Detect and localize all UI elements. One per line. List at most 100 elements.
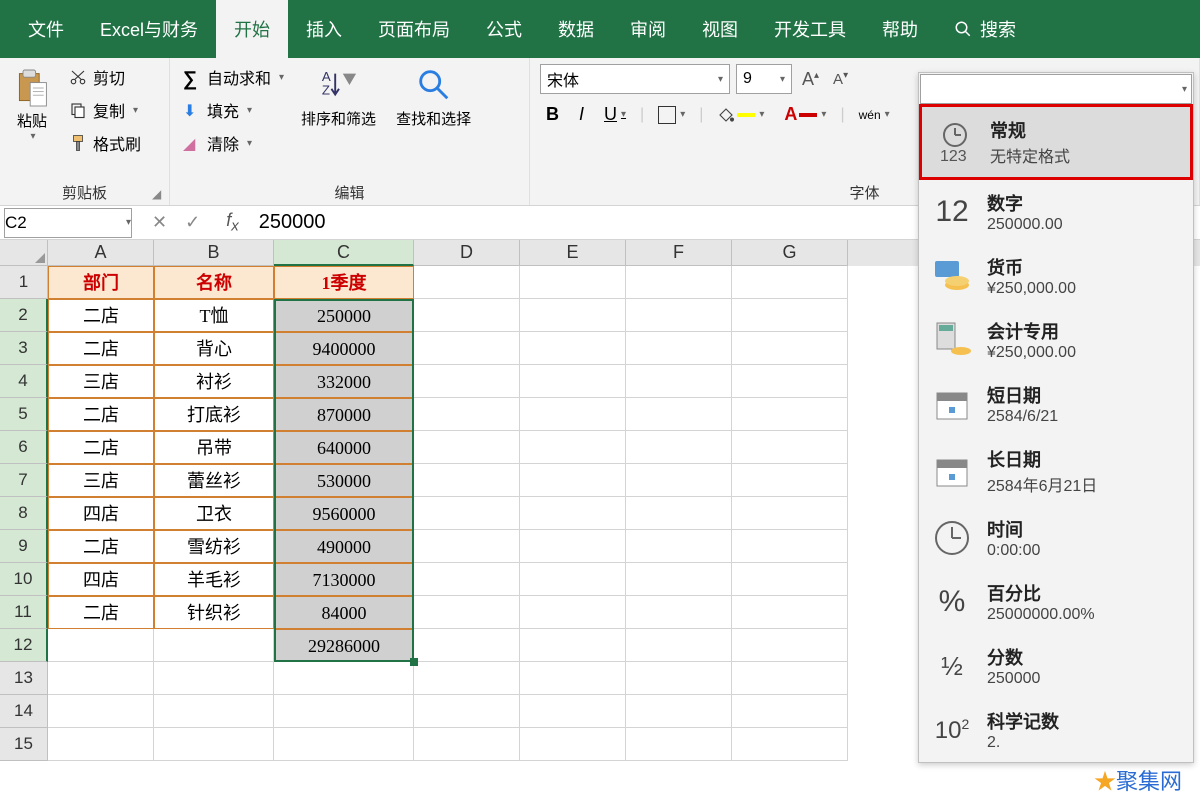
cell-F8[interactable]: [626, 497, 732, 530]
number-format-combo[interactable]: ▾: [920, 74, 1192, 104]
cell-D9[interactable]: [414, 530, 520, 563]
cell-B10[interactable]: 羊毛衫: [154, 563, 274, 596]
cell-E10[interactable]: [520, 563, 626, 596]
row-header-3[interactable]: 3: [0, 332, 48, 365]
cell-F14[interactable]: [626, 695, 732, 728]
fill-button[interactable]: ⬇ 填充▾: [178, 95, 289, 125]
cell-C1[interactable]: 1季度: [274, 266, 414, 299]
row-header-9[interactable]: 9: [0, 530, 48, 563]
cell-A7[interactable]: 三店: [48, 464, 154, 497]
fill-handle[interactable]: [410, 658, 418, 666]
cell-A12[interactable]: [48, 629, 154, 662]
number-format-货币[interactable]: 货币¥250,000.00: [919, 244, 1193, 308]
cell-A1[interactable]: 部门: [48, 266, 154, 299]
cell-D14[interactable]: [414, 695, 520, 728]
cell-D5[interactable]: [414, 398, 520, 431]
font-name-dropdown[interactable]: 宋体▾: [540, 64, 730, 94]
cell-A8[interactable]: 四店: [48, 497, 154, 530]
cell-D2[interactable]: [414, 299, 520, 332]
tab-help[interactable]: 帮助: [864, 0, 936, 58]
row-header-1[interactable]: 1: [0, 266, 48, 299]
tab-insert[interactable]: 插入: [288, 0, 360, 58]
cell-C7[interactable]: 530000: [274, 464, 414, 497]
cell-A10[interactable]: 四店: [48, 563, 154, 596]
underline-button[interactable]: U▾: [598, 100, 632, 129]
row-header-10[interactable]: 10: [0, 563, 48, 596]
tab-formulas[interactable]: 公式: [468, 0, 540, 58]
cell-E2[interactable]: [520, 299, 626, 332]
border-button[interactable]: ▾: [652, 102, 691, 128]
cell-B3[interactable]: 背心: [154, 332, 274, 365]
number-format-科学记数[interactable]: 102科学记数2.: [919, 698, 1193, 762]
cell-B12[interactable]: [154, 629, 274, 662]
accept-formula-button[interactable]: ✓: [185, 212, 200, 233]
row-header-7[interactable]: 7: [0, 464, 48, 497]
column-header-C[interactable]: C: [274, 240, 414, 266]
cell-F7[interactable]: [626, 464, 732, 497]
select-all-corner[interactable]: [0, 240, 48, 266]
column-header-B[interactable]: B: [154, 240, 274, 266]
row-header-2[interactable]: 2: [0, 299, 48, 332]
cell-D7[interactable]: [414, 464, 520, 497]
cell-B13[interactable]: [154, 662, 274, 695]
cell-B6[interactable]: 吊带: [154, 431, 274, 464]
column-header-D[interactable]: D: [414, 240, 520, 266]
cell-B14[interactable]: [154, 695, 274, 728]
cell-B9[interactable]: 雪纺衫: [154, 530, 274, 563]
row-header-13[interactable]: 13: [0, 662, 48, 695]
cell-D15[interactable]: [414, 728, 520, 761]
cell-E4[interactable]: [520, 365, 626, 398]
number-format-长日期[interactable]: 长日期2584年6月21日: [919, 436, 1193, 506]
cell-C4[interactable]: 332000: [274, 365, 414, 398]
number-format-常规[interactable]: 123常规无特定格式: [919, 104, 1193, 180]
cell-D3[interactable]: [414, 332, 520, 365]
cell-D6[interactable]: [414, 431, 520, 464]
cell-A14[interactable]: [48, 695, 154, 728]
tab-excel-finance[interactable]: Excel与财务: [82, 0, 216, 58]
font-color-button[interactable]: A▾: [778, 100, 832, 129]
cell-A3[interactable]: 二店: [48, 332, 154, 365]
tab-home[interactable]: 开始: [216, 0, 288, 58]
cell-F2[interactable]: [626, 299, 732, 332]
number-format-百分比[interactable]: %百分比25000000.00%: [919, 570, 1193, 634]
cell-F4[interactable]: [626, 365, 732, 398]
cell-F10[interactable]: [626, 563, 732, 596]
cell-B15[interactable]: [154, 728, 274, 761]
row-header-15[interactable]: 15: [0, 728, 48, 761]
column-header-F[interactable]: F: [626, 240, 732, 266]
cell-A6[interactable]: 二店: [48, 431, 154, 464]
cell-F5[interactable]: [626, 398, 732, 431]
cell-E1[interactable]: [520, 266, 626, 299]
cell-B1[interactable]: 名称: [154, 266, 274, 299]
cell-C9[interactable]: 490000: [274, 530, 414, 563]
cell-G6[interactable]: [732, 431, 848, 464]
tab-file[interactable]: 文件: [10, 0, 82, 58]
sort-filter-button[interactable]: AZ 排序和筛选: [293, 62, 384, 158]
row-header-8[interactable]: 8: [0, 497, 48, 530]
tab-view[interactable]: 视图: [684, 0, 756, 58]
cell-C10[interactable]: 7130000: [274, 563, 414, 596]
autosum-button[interactable]: ∑ 自动求和▾: [178, 62, 289, 92]
cell-C3[interactable]: 9400000: [274, 332, 414, 365]
italic-button[interactable]: I: [573, 100, 590, 129]
cell-F6[interactable]: [626, 431, 732, 464]
cell-G5[interactable]: [732, 398, 848, 431]
cell-F15[interactable]: [626, 728, 732, 761]
cell-E13[interactable]: [520, 662, 626, 695]
row-header-14[interactable]: 14: [0, 695, 48, 728]
cell-A4[interactable]: 三店: [48, 365, 154, 398]
cell-G10[interactable]: [732, 563, 848, 596]
cell-G4[interactable]: [732, 365, 848, 398]
cell-A9[interactable]: 二店: [48, 530, 154, 563]
cell-E6[interactable]: [520, 431, 626, 464]
fx-icon[interactable]: fx: [216, 210, 249, 235]
column-header-E[interactable]: E: [520, 240, 626, 266]
cell-E5[interactable]: [520, 398, 626, 431]
cell-G8[interactable]: [732, 497, 848, 530]
find-select-button[interactable]: 查找和选择: [388, 62, 479, 158]
cell-G1[interactable]: [732, 266, 848, 299]
cell-E14[interactable]: [520, 695, 626, 728]
row-header-4[interactable]: 4: [0, 365, 48, 398]
cell-G11[interactable]: [732, 596, 848, 629]
tab-search[interactable]: 搜索: [936, 0, 1034, 58]
